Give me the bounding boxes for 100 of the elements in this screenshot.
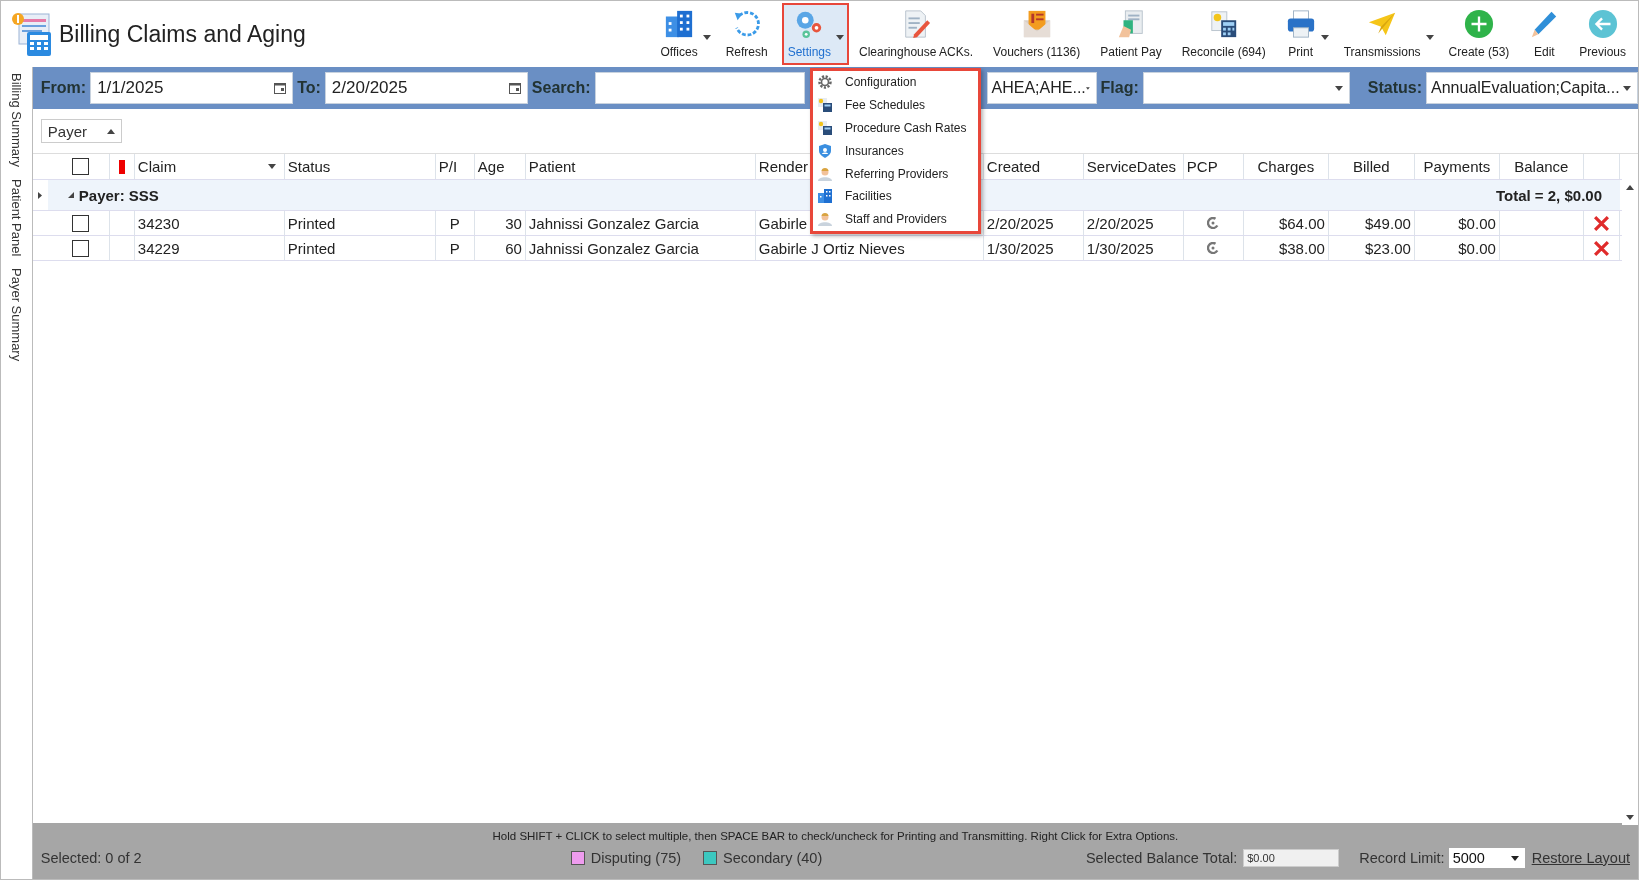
from-date-field[interactable]: 1/1/2025: [90, 72, 294, 104]
calculator-icon: [817, 97, 833, 114]
table-cell: Printed: [287, 214, 336, 232]
table-cell: 1/30/2025: [1086, 239, 1154, 257]
person-icon: [817, 211, 833, 228]
pcp-icon: [1207, 242, 1220, 254]
table-cell: 1/30/2025: [986, 239, 1054, 257]
side-tab[interactable]: Patient Panel: [8, 178, 24, 257]
toolbar-button[interactable]: Previous: [1573, 3, 1632, 65]
flag-icon: [118, 159, 125, 174]
toolbar-button[interactable]: Offices: [654, 3, 716, 65]
sort-up-icon: [107, 128, 115, 134]
table-cell: P: [449, 239, 460, 257]
shield-icon: [817, 142, 833, 159]
table-cell: 60: [505, 239, 522, 257]
plus-icon: [1463, 9, 1494, 39]
calculator-icon: [817, 120, 833, 136]
table-cell: Jahnissi Gonzalez Garcia: [528, 239, 699, 257]
table-cell: Gabirle: [758, 214, 808, 232]
record-limit-label: Record Limit:: [1359, 850, 1445, 866]
toolbar-button[interactable]: Transmissions: [1337, 3, 1439, 65]
menu-item[interactable]: Procedure Cash Rates: [813, 116, 978, 140]
restore-layout-link[interactable]: Restore Layout: [1531, 850, 1630, 866]
status-label: Status:: [1367, 79, 1422, 97]
toolbar-button[interactable]: Vouchers (1136): [987, 3, 1087, 65]
caret-icon: [267, 164, 276, 169]
column-header[interactable]: Billed: [1328, 154, 1415, 179]
caret-icon: [1623, 85, 1631, 91]
row-checkbox[interactable]: [71, 239, 89, 257]
column-header[interactable]: Status: [284, 154, 436, 179]
toolbar-button[interactable]: Settings: [781, 3, 850, 65]
column-header[interactable]: Patient: [525, 154, 756, 179]
selected-count: Selected: 0 of 2: [40, 850, 143, 866]
search-field[interactable]: [594, 72, 805, 104]
toolbar-button[interactable]: Reconcile (694): [1175, 3, 1272, 65]
delete-icon[interactable]: [1592, 239, 1610, 257]
table-cell: P: [449, 214, 460, 232]
caret-icon: [1085, 85, 1090, 91]
expander-icon[interactable]: [37, 191, 42, 199]
toolbar-button[interactable]: Print: [1279, 3, 1334, 65]
menu-item[interactable]: Staff and Providers: [813, 207, 978, 231]
calendar-icon: [274, 82, 287, 94]
caret-icon: [1334, 85, 1343, 91]
column-header[interactable]: Created: [983, 154, 1084, 179]
group-by-chip[interactable]: Payer: [40, 119, 122, 143]
group-total: Total = 2, $0.00: [1495, 186, 1602, 204]
table-cell: $64.00: [1278, 214, 1325, 232]
gear-icon: [817, 74, 833, 91]
delete-icon[interactable]: [1592, 214, 1610, 232]
column-header[interactable]: ServiceDates: [1083, 154, 1184, 179]
column-header[interactable]: Charges: [1243, 154, 1329, 179]
to-date-field[interactable]: 2/20/2025: [324, 72, 528, 104]
table-cell: Jahnissi Gonzalez Garcia: [528, 214, 699, 232]
side-tab[interactable]: Payer Summary: [8, 268, 24, 362]
filter-combo[interactable]: AHEA;AHE...: [986, 72, 1097, 104]
column-header[interactable]: Claim: [134, 154, 285, 179]
column-header[interactable]: Balance: [1499, 154, 1584, 179]
table-cell: $38.00: [1278, 239, 1325, 257]
toolbar-button[interactable]: Refresh: [719, 3, 774, 65]
menu-item[interactable]: Facilities: [813, 185, 978, 208]
column-header[interactable]: Age: [474, 154, 526, 179]
select-all-checkbox[interactable]: [71, 158, 89, 175]
group-label: Payer: SSS: [78, 186, 159, 204]
buildings-icon: [664, 9, 695, 39]
toolbar-button[interactable]: Clearinghouse ACKs.: [853, 3, 980, 65]
record-limit-combo[interactable]: 5000: [1448, 848, 1525, 868]
printer-icon: [1285, 9, 1316, 39]
menu-item[interactable]: Insurances: [813, 139, 978, 163]
legend-label: Disputing (75): [590, 850, 682, 866]
collapse-icon[interactable]: [67, 192, 74, 198]
table-cell: 34229: [137, 239, 180, 257]
legend-label: Secondary (40): [723, 850, 823, 866]
toolbar-button[interactable]: Patient Pay: [1094, 3, 1168, 65]
calendar-icon: [508, 82, 521, 94]
table-cell: $23.00: [1364, 239, 1411, 257]
menu-item[interactable]: Fee Schedules: [813, 93, 978, 117]
table-cell: $49.00: [1364, 214, 1411, 232]
toolbar-button[interactable]: Edit: [1523, 3, 1566, 65]
balance-total-field[interactable]: $0.00: [1243, 849, 1340, 867]
table-cell: $0.00: [1458, 239, 1496, 257]
table-cell: 30: [505, 214, 522, 232]
calculator-icon: [1208, 9, 1239, 39]
caret-icon: [1510, 855, 1519, 861]
column-header[interactable]: PCP: [1183, 154, 1244, 179]
side-tab[interactable]: Billing Summary: [8, 73, 24, 167]
toolbar-button[interactable]: Create (53): [1442, 3, 1516, 65]
table-cell: $0.00: [1458, 214, 1496, 232]
to-label: To:: [297, 79, 321, 97]
window-title: Billing Claims and Aging: [59, 20, 306, 48]
column-header[interactable]: P/I: [435, 154, 475, 179]
table-cell: 2/20/2025: [986, 214, 1054, 232]
row-checkbox[interactable]: [71, 214, 89, 232]
flag-label: Flag:: [1100, 79, 1139, 97]
envelope-icon: [1021, 9, 1052, 39]
menu-item[interactable]: Configuration: [813, 71, 978, 94]
column-header[interactable]: Payments: [1414, 154, 1500, 179]
from-label: From:: [40, 79, 87, 97]
search-label: Search:: [531, 79, 591, 97]
status-combo[interactable]: AnnualEvaluation;Capita...: [1426, 72, 1638, 104]
table-cell: 2/20/2025: [1086, 214, 1154, 232]
